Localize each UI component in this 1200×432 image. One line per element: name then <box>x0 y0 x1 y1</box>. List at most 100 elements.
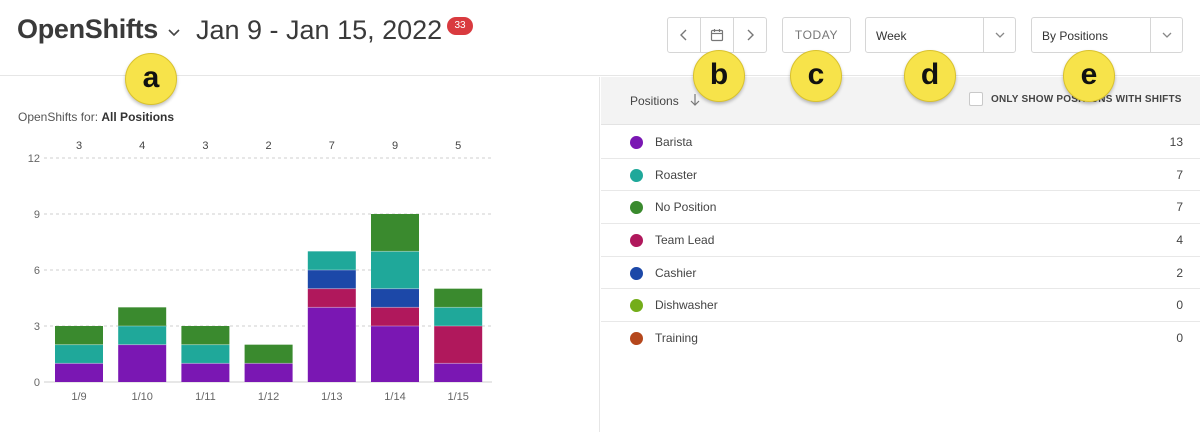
bar-segment <box>371 288 419 308</box>
callout-marker: c <box>790 50 842 102</box>
position-name: Cashier <box>655 265 697 280</box>
position-name: Roaster <box>655 167 698 182</box>
callout-marker: a <box>125 53 177 105</box>
bar-segment <box>118 344 167 382</box>
arrow-down-icon[interactable] <box>689 93 701 107</box>
bar-total-label: 2 <box>266 140 272 152</box>
bar-total-label: 4 <box>139 140 145 152</box>
table-row[interactable]: Dishwasher 0 <box>601 289 1200 323</box>
date-range: Jan 9 - Jan 15, 2022 <box>196 15 443 45</box>
table-row[interactable]: No Position 7 <box>601 191 1200 225</box>
notification-badge: 33 <box>447 17 473 35</box>
bar-segment <box>307 307 356 382</box>
chevron-down-icon[interactable] <box>168 26 180 38</box>
bar-segment <box>434 363 483 382</box>
bar-segment <box>307 288 356 308</box>
position-color-dot <box>630 299 643 313</box>
bar-segment <box>307 251 356 270</box>
bar-segment <box>181 326 230 345</box>
callout-marker: b <box>693 50 745 102</box>
calendar-button[interactable] <box>701 18 734 52</box>
app-title[interactable]: OpenShifts <box>17 14 158 45</box>
bar-total-label: 5 <box>455 140 461 152</box>
x-tick-label: 1/12 <box>258 391 279 403</box>
x-tick-label: 1/11 <box>195 391 216 403</box>
bar-segment <box>55 363 103 382</box>
period-select[interactable]: Week <box>865 17 1016 53</box>
position-color-dot <box>630 168 643 182</box>
prev-week-button[interactable] <box>668 18 701 52</box>
period-select-value: Week <box>876 29 907 43</box>
callout-marker: d <box>904 50 956 102</box>
view-select[interactable]: By Positions <box>1031 17 1183 53</box>
today-button[interactable]: TODAY <box>782 17 851 53</box>
position-color-dot <box>630 136 643 149</box>
position-color-dot <box>630 332 643 346</box>
table-row[interactable]: Cashier 2 <box>601 257 1200 290</box>
header-bar: OpenShifts Jan 9 - Jan 15, 2022 33 TODAY <box>0 0 1200 76</box>
y-tick-label: 12 <box>28 153 40 165</box>
bar-segment <box>434 307 483 326</box>
position-count: 7 <box>1176 200 1183 215</box>
position-count: 13 <box>1169 135 1183 149</box>
bar-total-label: 9 <box>392 140 398 152</box>
only-show-checkbox[interactable] <box>969 92 983 106</box>
chevron-down-icon <box>995 32 1004 38</box>
position-name: Barista <box>655 135 693 149</box>
bar-segment <box>181 344 230 364</box>
positions-panel: Positions ONLY SHOW POSITIONS WITH SHIFT… <box>601 77 1200 432</box>
position-count: 0 <box>1176 298 1183 313</box>
callout-marker: e <box>1063 50 1115 102</box>
bar-segment <box>434 326 483 364</box>
table-row[interactable]: Training 0 <box>601 322 1200 355</box>
calendar-icon <box>710 29 724 42</box>
bar-segment <box>371 251 419 289</box>
bar-segment <box>244 344 293 364</box>
bar-segment <box>181 363 230 382</box>
bar-segment <box>55 326 103 345</box>
table-row[interactable]: Roaster 7 <box>601 159 1200 192</box>
x-tick-label: 1/15 <box>447 391 468 403</box>
x-tick-label: 1/14 <box>384 391 405 403</box>
position-count: 4 <box>1176 233 1183 248</box>
bar-segment <box>244 363 293 382</box>
bar-total-label: 7 <box>329 140 335 152</box>
x-tick-label: 1/13 <box>321 391 342 403</box>
openshifts-bar-chart: 0 3 6 9 12 1/9 3 1/10 4 1/11 3 1/12 2 1/13 7 1/14 9 1/15 5 <box>28 140 492 403</box>
table-row[interactable]: Barista 13 <box>601 126 1200 159</box>
bar-total-label: 3 <box>76 140 82 152</box>
position-count: 0 <box>1176 331 1183 346</box>
position-name: Training <box>655 331 698 346</box>
position-color-dot <box>630 234 643 248</box>
position-name: Team Lead <box>655 233 715 248</box>
position-count: 7 <box>1176 167 1183 182</box>
select-arrow <box>983 18 1015 52</box>
chevron-down-icon <box>1162 32 1171 38</box>
chevron-right-icon <box>747 29 754 41</box>
y-tick-label: 3 <box>34 321 40 333</box>
next-week-button[interactable] <box>734 18 766 52</box>
positions-column-header[interactable]: Positions <box>630 94 679 108</box>
bar-segment <box>118 307 167 326</box>
bar-segment <box>371 326 419 382</box>
y-tick-label: 9 <box>34 209 40 221</box>
select-arrow <box>1150 18 1182 52</box>
table-row[interactable]: Team Lead 4 <box>601 224 1200 257</box>
position-name: No Position <box>655 200 717 215</box>
x-tick-label: 1/9 <box>71 391 86 403</box>
bar-segment <box>118 326 167 345</box>
y-tick-label: 0 <box>34 377 40 389</box>
view-select-value: By Positions <box>1042 29 1109 43</box>
date-navigation <box>667 17 767 53</box>
bar-segment <box>371 214 419 252</box>
y-tick-label: 6 <box>34 265 40 277</box>
x-tick-label: 1/10 <box>131 391 152 403</box>
bar-segment <box>307 270 356 289</box>
position-count: 2 <box>1176 265 1183 280</box>
bar-segment <box>55 344 103 364</box>
chevron-left-icon <box>680 29 687 41</box>
bar-total-label: 3 <box>202 140 208 152</box>
chart-panel: OpenShifts for: All Positions 0 3 6 9 12 1/9 3… <box>0 77 600 432</box>
position-color-dot <box>630 266 643 280</box>
position-color-dot <box>630 201 643 215</box>
